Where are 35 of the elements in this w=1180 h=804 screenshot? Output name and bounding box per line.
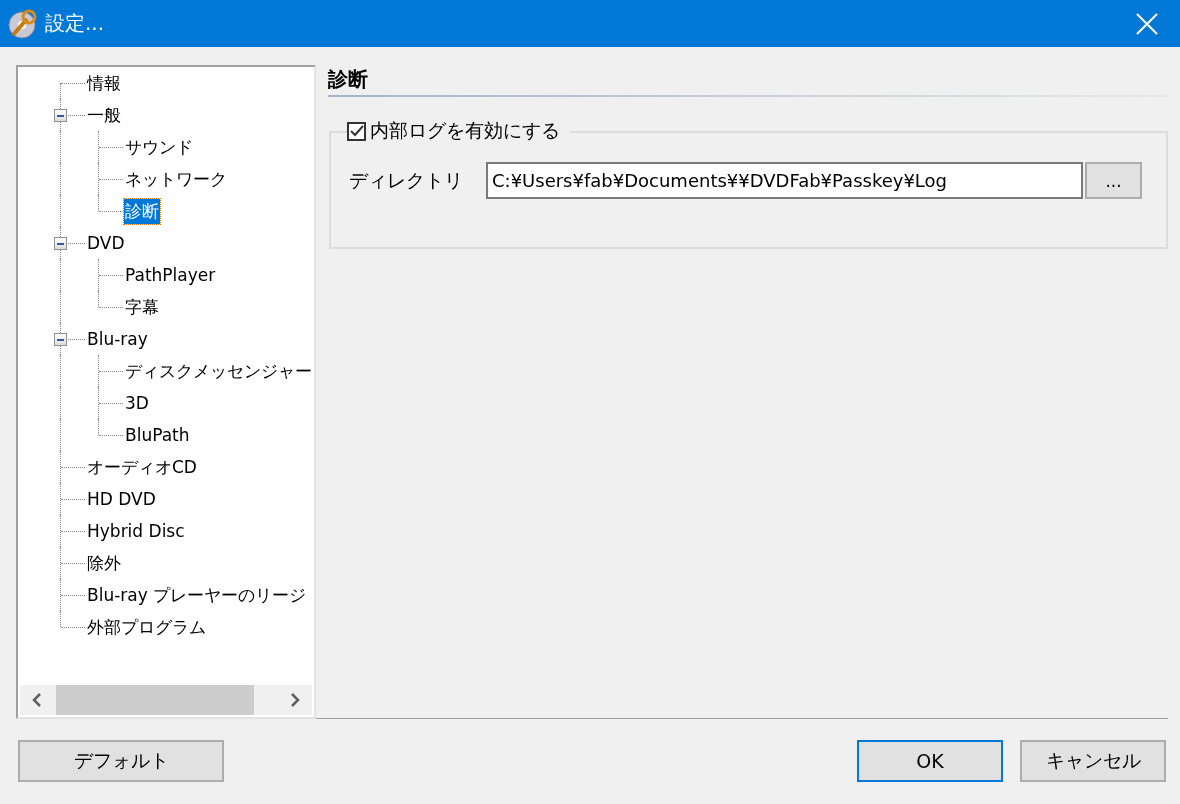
disc-key-icon [7,8,37,39]
checkbox[interactable] [347,121,366,141]
tree-item[interactable]: BluPath [124,424,191,446]
tree-item[interactable]: サウンド [124,134,194,160]
section-heading: 診断 [328,66,369,93]
tree-item[interactable]: PathPlayer [124,264,217,286]
tree-item[interactable]: オーディオCD [86,454,198,480]
scrollbar-thumb[interactable] [56,685,254,715]
window-title: 設定... [45,10,105,37]
tree-item[interactable]: 字幕 [124,294,160,320]
dialog-button[interactable]: デフォルト [18,740,224,782]
dialog-button[interactable]: キャンセル [1020,740,1166,782]
expander-icon[interactable] [54,333,67,346]
scroll-left-icon[interactable] [32,693,42,707]
tree-item[interactable]: Hybrid Disc [86,520,186,542]
horizontal-scrollbar[interactable] [20,685,312,715]
tree-item[interactable]: DVD [86,232,126,254]
tree-item[interactable]: ネットワーク [124,166,228,192]
tree-item[interactable]: 除外 [86,550,122,576]
expander-icon[interactable] [54,109,67,122]
expander-icon[interactable] [54,237,67,250]
tree-item[interactable]: Blu-ray プレーヤーのリージ [86,582,308,608]
tree-item[interactable]: 3D [124,392,150,414]
browse-button[interactable]: ... [1085,162,1142,199]
tree-item[interactable]: 情報 [86,70,122,96]
field-label: ディレクトリ [348,167,464,193]
scroll-right-icon[interactable] [290,693,300,707]
tree-item[interactable]: Blu-ray [86,328,149,350]
tree-item[interactable]: ディスクメッセンジャー [124,358,313,384]
directory-field[interactable]: C:¥Users¥fab¥Documents¥¥DVDFab¥Passkey¥Log [486,162,1083,199]
tree-item[interactable]: 診断 [124,198,160,224]
tree-item[interactable]: 一般 [86,102,122,128]
tree-item[interactable]: HD DVD [86,488,157,510]
tree-item[interactable]: 外部プログラム [86,614,207,640]
dialog-button[interactable]: OK [857,740,1003,782]
